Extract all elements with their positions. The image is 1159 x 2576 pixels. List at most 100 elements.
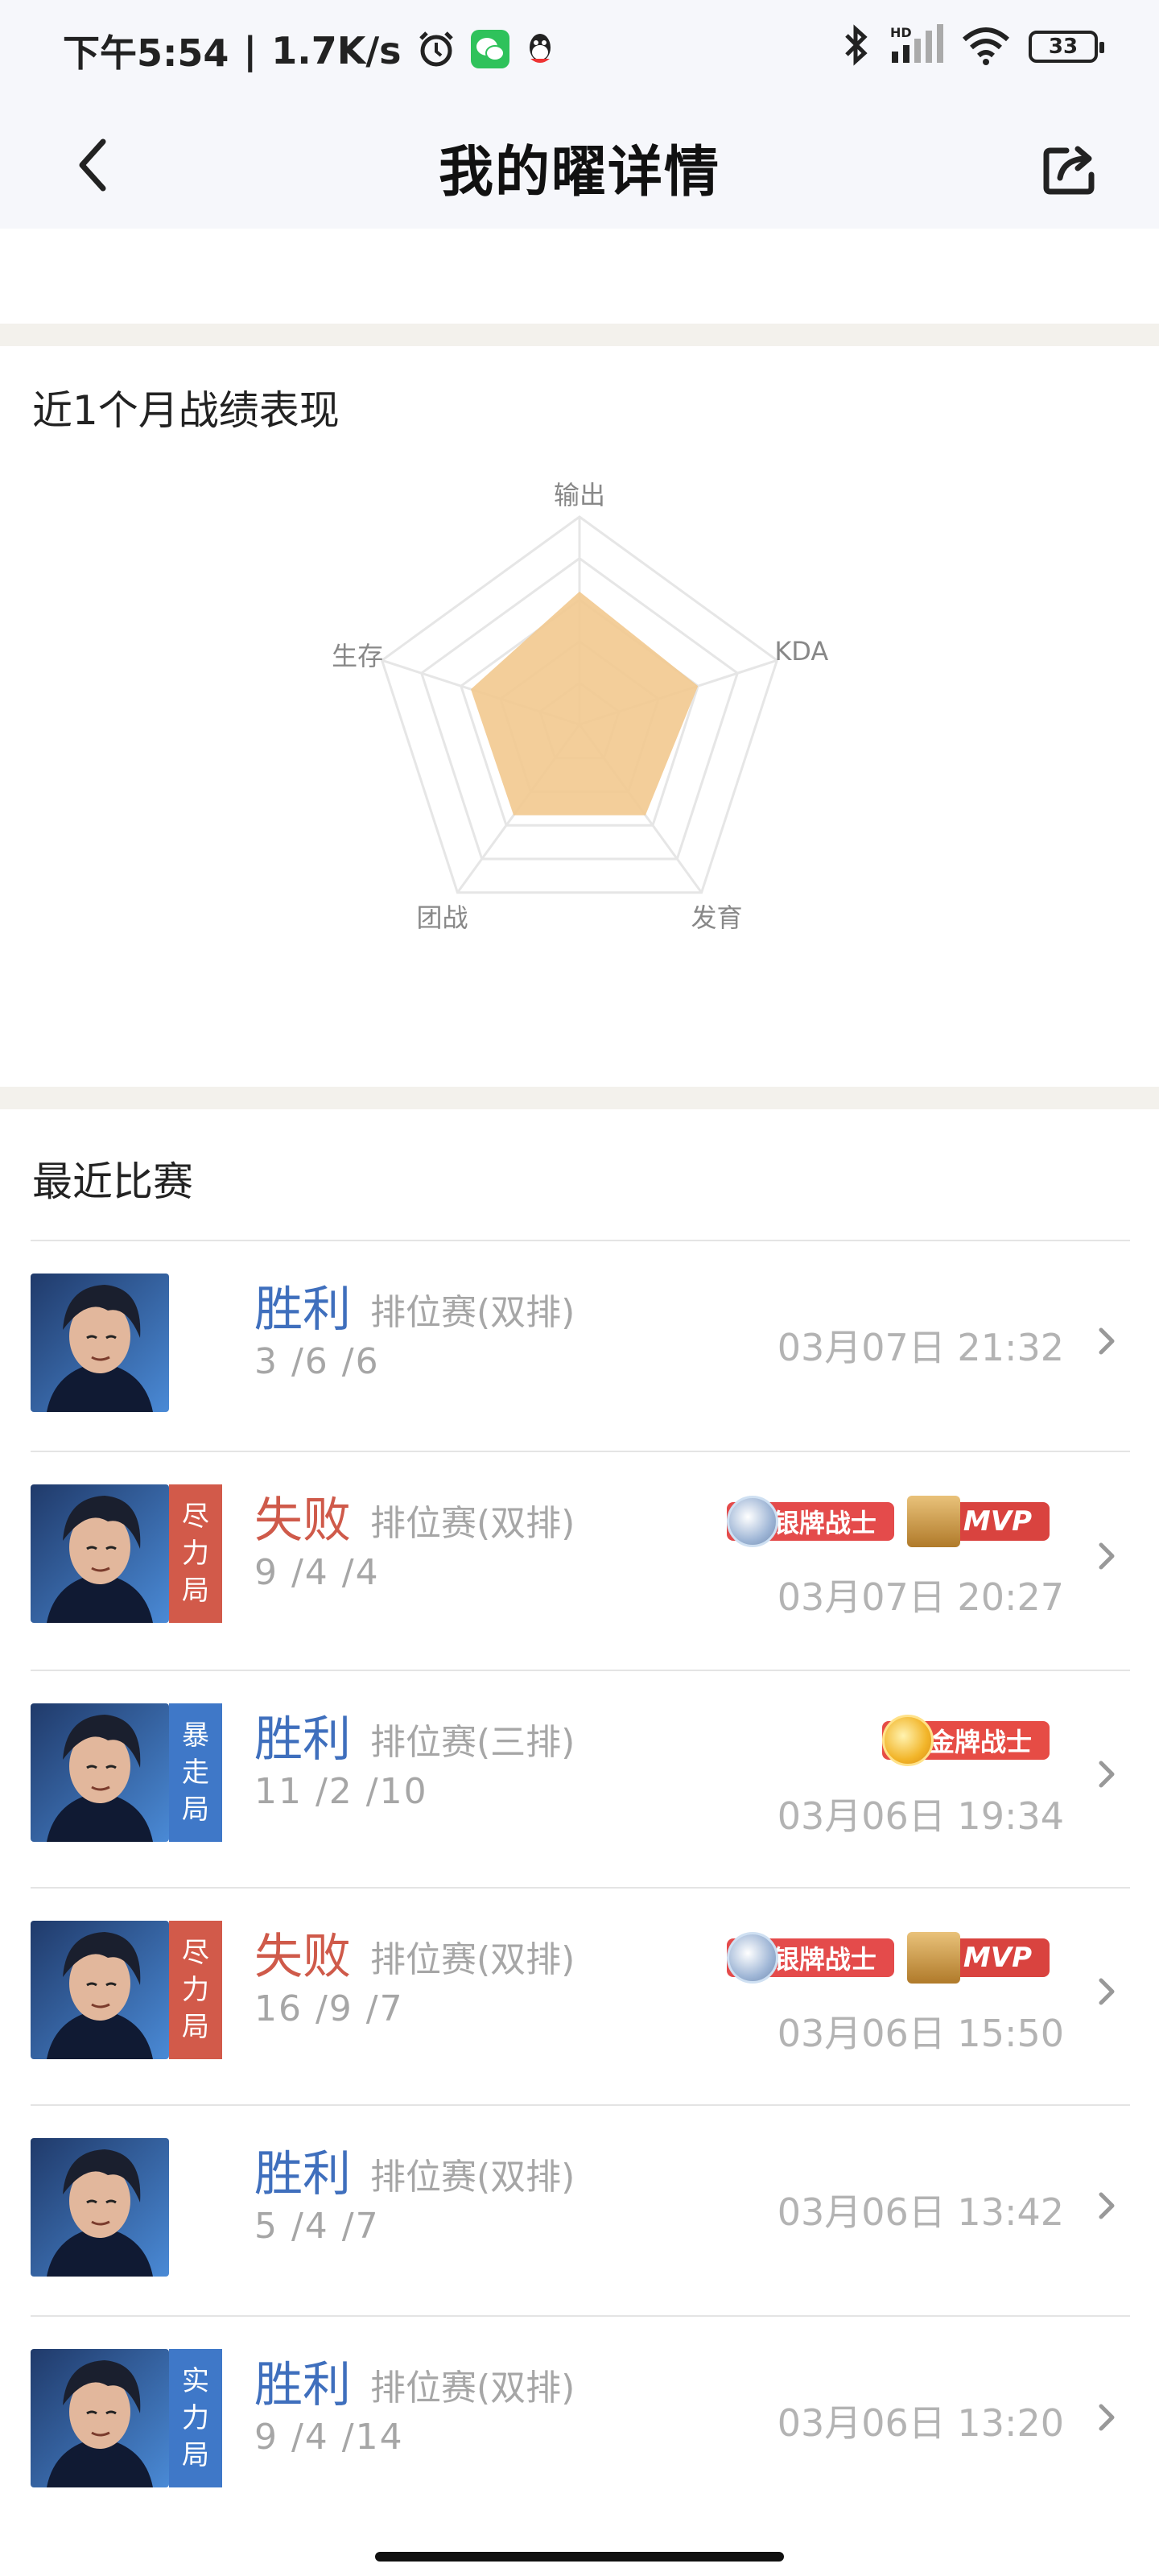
- match-tag-char: 尽: [182, 1937, 209, 1969]
- hero-avatar: [31, 2349, 169, 2487]
- match-tag-char: 局: [182, 1575, 209, 1607]
- match-badges: 银牌战士 MVP: [726, 1496, 1050, 1547]
- match-datetime: 03月07日 20:27: [777, 1575, 1064, 1619]
- match-datetime: 03月06日 13:42: [777, 2190, 1064, 2234]
- match-list: 胜利 排位赛(双排) 3 /6 /6 03月07日 21:32 尽力局 失败 排…: [31, 1240, 1130, 2528]
- match-mode: 排位赛(双排): [370, 1503, 575, 1544]
- match-tag-char: 尽: [182, 1501, 209, 1533]
- chevron-right-icon: [1098, 1540, 1117, 1580]
- match-tag-char: 走: [182, 1757, 209, 1789]
- network-speed: 1.7K/s: [271, 29, 402, 72]
- radar-axis-label: 输出: [553, 480, 605, 510]
- match-datetime: 03月06日 13:20: [777, 2401, 1064, 2445]
- match-tag: 暴走局: [169, 1703, 222, 1842]
- match-result: 胜利: [254, 1711, 351, 1768]
- match-mode: 排位赛(双排): [370, 2157, 575, 2198]
- hero-avatar: [31, 2138, 169, 2277]
- match-mode: 排位赛(双排): [370, 1292, 575, 1333]
- performance-radar-chart: 输出 KDA 发育 团战 生存: [0, 480, 1159, 1014]
- match-kda: 9 /4 /14: [254, 2417, 404, 2458]
- match-result: 胜利: [254, 1282, 351, 1338]
- chevron-right-icon: [1098, 2401, 1117, 2442]
- match-row[interactable]: 胜利 排位赛(双排) 3 /6 /6 03月07日 21:32: [31, 1240, 1130, 1451]
- match-kda: 11 /2 /10: [254, 1771, 428, 1812]
- share-icon: [1043, 146, 1095, 195]
- battery-icon: 33: [1029, 31, 1104, 63]
- match-result: 失败: [254, 1492, 351, 1549]
- status-divider: |: [243, 29, 258, 72]
- badge-silver: 银牌战士: [726, 1932, 894, 1984]
- chevron-right-icon: [1098, 1975, 1117, 2016]
- match-datetime: 03月07日 21:32: [777, 1326, 1064, 1369]
- section-divider: [0, 324, 1159, 346]
- bluetooth-icon: [840, 24, 872, 69]
- match-tag-char: 暴: [182, 1719, 209, 1752]
- match-row[interactable]: 尽力局 失败 排位赛(双排) 9 /4 /4 银牌战士 MVP 03月07日 2…: [31, 1451, 1130, 1670]
- match-badges: 金牌战士: [881, 1715, 1050, 1766]
- status-bar: 下午5:54 | 1.7K/s HD 33: [0, 0, 1159, 105]
- radar-axis-label: 生存: [332, 641, 384, 672]
- match-result: 失败: [254, 1929, 351, 1985]
- match-mode: 排位赛(三排): [370, 1722, 575, 1763]
- medal-icon: [726, 1932, 778, 1984]
- recent-matches-title: 最近比赛: [32, 1158, 193, 1205]
- top-bar: 下午5:54 | 1.7K/s HD 33 我的曜详情: [0, 0, 1159, 229]
- hero-avatar: [31, 1274, 169, 1412]
- match-datetime: 03月06日 19:34: [777, 1794, 1064, 1838]
- badge-silver: 银牌战士: [726, 1496, 894, 1547]
- match-result: 胜利: [254, 2357, 351, 2413]
- match-tag-char: 力: [182, 2402, 209, 2434]
- match-tag-char: 局: [182, 1794, 209, 1826]
- match-tag: 尽力局: [169, 1921, 222, 2059]
- chevron-right-icon: [1098, 2190, 1117, 2230]
- qq-icon: [524, 30, 556, 72]
- trophy-icon: [906, 1932, 960, 1984]
- radar-axis-label: 发育: [691, 902, 743, 933]
- trophy-icon: [906, 1496, 960, 1547]
- medal-icon: [881, 1715, 934, 1766]
- match-datetime: 03月06日 15:50: [777, 2012, 1064, 2055]
- wifi-icon: [961, 25, 1011, 68]
- hero-avatar: [31, 1703, 169, 1842]
- signal-icon: HD: [890, 24, 943, 69]
- home-indicator[interactable]: [375, 2552, 784, 2562]
- wechat-icon: [470, 30, 509, 72]
- match-badges: 银牌战士 MVP: [726, 1932, 1050, 1984]
- radar-area: [471, 591, 699, 815]
- hero-avatar: [31, 1484, 169, 1623]
- match-tag-char: 力: [182, 1538, 209, 1570]
- match-mode: 排位赛(双排): [370, 1939, 575, 1980]
- match-mode: 排位赛(双排): [370, 2368, 575, 2409]
- match-tag: 尽力局: [169, 1484, 222, 1623]
- match-tag-char: 力: [182, 1974, 209, 2006]
- nav-bar: 我的曜详情: [0, 105, 1159, 229]
- chevron-right-icon: [1098, 1325, 1117, 1365]
- match-result: 胜利: [254, 2146, 351, 2202]
- match-kda: 3 /6 /6: [254, 1341, 380, 1382]
- radar-axis-label: KDA: [774, 636, 829, 667]
- match-row[interactable]: 暴走局 胜利 排位赛(三排) 11 /2 /10 金牌战士 03月06日 19:…: [31, 1670, 1130, 1887]
- match-row[interactable]: 胜利 排位赛(双排) 5 /4 /7 03月06日 13:42: [31, 2104, 1130, 2315]
- match-tag: 实力局: [169, 2349, 222, 2487]
- match-kda: 16 /9 /7: [254, 1988, 404, 2029]
- radar-axis-label: 团战: [416, 902, 468, 933]
- match-tag-char: 局: [182, 2011, 209, 2043]
- network-badge: HD: [890, 25, 912, 40]
- performance-title: 近1个月战绩表现: [32, 387, 340, 434]
- section-divider: [0, 1087, 1159, 1109]
- hero-avatar: [31, 1921, 169, 2059]
- status-time: 下午5:54: [63, 31, 229, 75]
- badge-gold: 金牌战士: [881, 1715, 1050, 1766]
- page-title: 我的曜详情: [438, 141, 720, 204]
- match-kda: 9 /4 /4: [254, 1552, 380, 1593]
- match-kda: 5 /4 /7: [254, 2206, 380, 2247]
- match-tag-char: 实: [182, 2365, 209, 2397]
- chevron-right-icon: [1098, 1758, 1117, 1798]
- badge-mvp: MVP: [906, 1496, 1050, 1547]
- alarm-icon: [416, 29, 456, 72]
- match-row[interactable]: 实力局 胜利 排位赛(双排) 9 /4 /14 03月06日 13:20: [31, 2315, 1130, 2528]
- match-row[interactable]: 尽力局 失败 排位赛(双排) 16 /9 /7 银牌战士 MVP 03月06日 …: [31, 1887, 1130, 2104]
- match-tag-char: 局: [182, 2439, 209, 2471]
- medal-icon: [726, 1496, 778, 1547]
- share-button[interactable]: [1030, 129, 1111, 209]
